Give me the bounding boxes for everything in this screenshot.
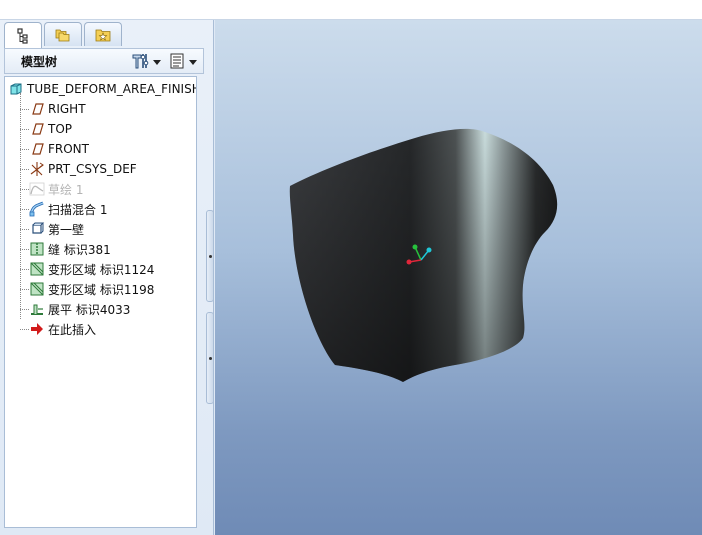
tree-item-swept-blend[interactable]: 扫描混合 1 — [29, 199, 107, 219]
tree-item-front[interactable]: FRONT — [29, 139, 89, 159]
tree-item-label: 变形区域 标识1124 — [48, 262, 155, 277]
graphics-viewport[interactable] — [215, 20, 702, 535]
model-tree-icon — [15, 27, 31, 44]
tree-item-label: 扫描混合 1 — [48, 202, 108, 217]
tree-item-top[interactable]: TOP — [29, 119, 72, 139]
tree-guide-branch — [20, 289, 29, 290]
model-tree-header: 模型树 — [4, 48, 204, 74]
tree-item-label: RIGHT — [48, 102, 86, 116]
part-icon — [8, 81, 24, 97]
tree-item-label: 变形区域 标识1198 — [48, 282, 155, 297]
tree-item-insert-here[interactable]: 在此插入 — [29, 319, 96, 339]
model-tree-tab[interactable] — [4, 22, 42, 48]
folder-browser-tab[interactable] — [44, 22, 82, 46]
tree-guide-branch — [20, 329, 29, 330]
panel-splitter-handle[interactable] — [206, 210, 214, 302]
panel-splitter-handle[interactable] — [206, 312, 214, 404]
rip-icon — [29, 241, 45, 257]
navigator-tabs — [4, 22, 122, 48]
flatten-icon — [29, 301, 45, 317]
tree-item-label: 草绘 1 — [48, 182, 84, 197]
tree-item-csys[interactable]: PRT_CSYS_DEF — [29, 159, 137, 179]
tree-guide-branch — [20, 229, 29, 230]
tree-guide-branch — [20, 269, 29, 270]
tree-guide-branch — [20, 169, 29, 170]
coordinate-system-icon — [29, 161, 45, 177]
sketch-icon — [29, 181, 45, 197]
model-tree-title: 模型树 — [21, 54, 58, 69]
tree-item-label: 缝 标识381 — [48, 242, 111, 257]
tree-guide-branch — [20, 209, 29, 210]
tree-guide-branch — [20, 149, 29, 150]
datum-plane-icon — [29, 101, 45, 117]
tree-root-item[interactable]: TUBE_DEFORM_AREA_FINISH — [8, 79, 197, 99]
tree-settings-icon — [131, 52, 151, 73]
tree-item-rip[interactable]: 缝 标识381 — [29, 239, 111, 259]
insert-here-arrow-icon — [29, 321, 45, 337]
tree-item-deform-area-1198[interactable]: 变形区域 标识1198 — [29, 279, 154, 299]
deform-area-icon — [29, 261, 45, 277]
model-tree-toolbar — [131, 52, 197, 72]
top-strip — [0, 0, 702, 20]
tree-item-label: FRONT — [48, 142, 89, 156]
tree-show-button[interactable] — [169, 52, 197, 72]
tree-guide-branch — [20, 129, 29, 130]
datum-plane-icon — [29, 141, 45, 157]
folders-icon — [54, 27, 72, 43]
chevron-down-icon — [189, 59, 197, 65]
tree-item-first-wall[interactable]: 第一壁 — [29, 219, 84, 239]
tree-guide-branch — [20, 249, 29, 250]
swept-blend-icon — [29, 201, 45, 217]
tree-item-label: TOP — [48, 122, 73, 136]
3d-model-view — [289, 128, 558, 382]
tree-guide-line — [20, 93, 21, 319]
chevron-down-icon — [153, 59, 161, 65]
tree-item-label: 第一壁 — [48, 222, 85, 237]
tree-item-flatten[interactable]: 展平 标识4033 — [29, 299, 130, 319]
deform-area-icon — [29, 281, 45, 297]
tree-guide-branch — [20, 109, 29, 110]
tree-item-deform-area-1124[interactable]: 变形区域 标识1124 — [29, 259, 154, 279]
tree-item-right[interactable]: RIGHT — [29, 99, 86, 119]
tree-root-label: TUBE_DEFORM_AREA_FINISH — [27, 82, 197, 96]
sheetmetal-part[interactable] — [289, 128, 558, 382]
tree-guide-branch — [20, 189, 29, 190]
first-wall-icon — [29, 221, 45, 237]
tree-guide-branch — [20, 309, 29, 310]
tree-item-label: PRT_CSYS_DEF — [48, 162, 137, 176]
tree-item-label: 在此插入 — [48, 322, 97, 337]
tree-show-icon — [169, 52, 187, 73]
tree-settings-button[interactable] — [131, 52, 161, 72]
splitter-grip — [209, 357, 212, 360]
navigator-panel: 模型树 TUBE_DEFORM_AREA_FINISH RIGHT TOP FR… — [0, 20, 214, 535]
favorites-icon — [94, 27, 112, 43]
splitter-grip — [209, 255, 212, 258]
tree-item-label: 展平 标识4033 — [48, 302, 131, 317]
tree-item-sketch[interactable]: 草绘 1 — [29, 179, 83, 199]
favorites-tab[interactable] — [84, 22, 122, 46]
model-tree: TUBE_DEFORM_AREA_FINISH RIGHT TOP FRONT — [4, 76, 197, 528]
datum-plane-icon — [29, 121, 45, 137]
